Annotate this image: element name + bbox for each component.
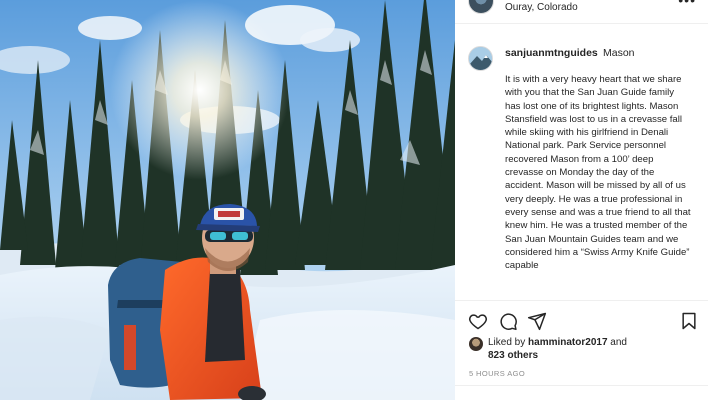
more-horizontal-icon[interactable]: ••• — [678, 0, 696, 7]
mountain-logo-icon — [469, 47, 492, 70]
caption-avatar[interactable] — [468, 46, 493, 71]
liker-username[interactable]: hamminator2017 — [528, 337, 607, 348]
caption-username[interactable]: sanjuanmtnguides — [505, 47, 598, 59]
action-bar — [455, 300, 708, 340]
post-location[interactable]: Ouray, Colorado — [505, 2, 578, 13]
account-avatar[interactable] — [468, 0, 494, 14]
caption-first-word: Mason — [603, 47, 635, 59]
likes-connector: and — [607, 337, 627, 348]
post-header: Ouray, Colorado ••• — [455, 0, 708, 24]
likes-prefix: Liked by — [488, 337, 529, 348]
comment-icon[interactable] — [498, 311, 518, 331]
send-icon[interactable] — [527, 311, 547, 331]
divider — [455, 385, 708, 386]
post-details-panel: Ouray, Colorado ••• sanjuanmtnguides Mas… — [455, 0, 708, 400]
bookmark-icon[interactable] — [679, 311, 699, 331]
likes-line: Liked by hamminator2017 and — [488, 337, 627, 348]
caption-text: It is with a very heavy heart that we sh… — [505, 74, 691, 272]
likes-others[interactable]: 823 others — [488, 350, 538, 361]
liker-avatar[interactable] — [469, 337, 483, 351]
photo-scene — [0, 0, 455, 400]
post-timestamp[interactable]: 5 HOURS AGO — [469, 369, 525, 378]
post-photo[interactable] — [0, 0, 455, 400]
likes-summary: Liked by hamminator2017 and 823 others — [455, 336, 708, 366]
heart-icon[interactable] — [468, 311, 488, 331]
caption-header: sanjuanmtnguides Mason — [455, 40, 708, 74]
